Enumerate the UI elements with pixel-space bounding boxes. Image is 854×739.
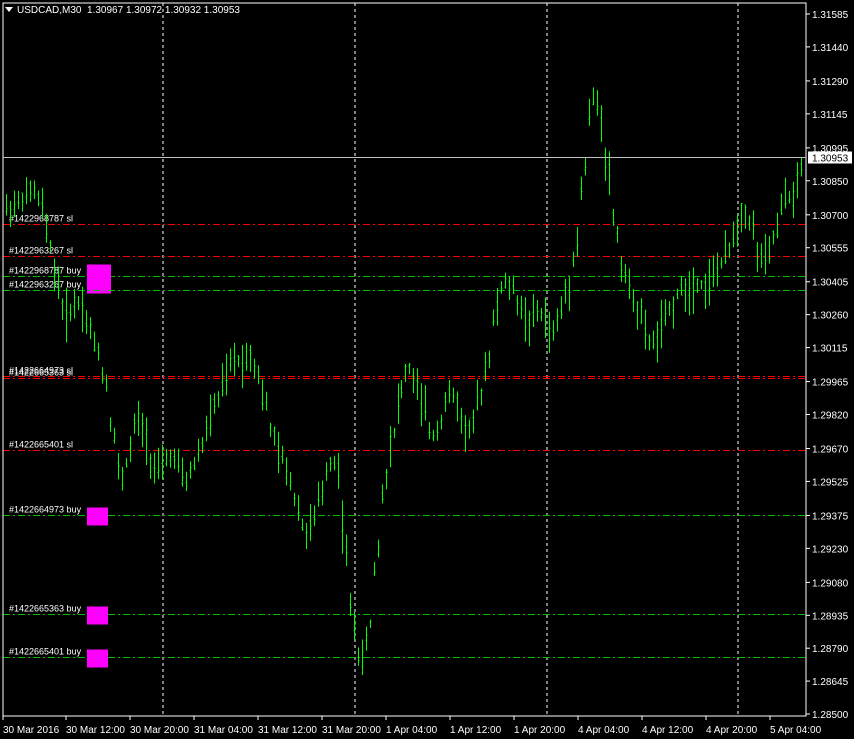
y-tick-label: 1.31145 bbox=[812, 110, 848, 121]
current-price-label: 1.30953 bbox=[812, 154, 849, 165]
order-label: #1422665363 buy bbox=[9, 604, 82, 614]
y-tick-label: 1.29230 bbox=[812, 544, 849, 555]
price-bars bbox=[5, 87, 803, 676]
y-tick-label: 1.30700 bbox=[812, 211, 849, 222]
x-tick-label: 30 Mar 20:00 bbox=[130, 725, 189, 736]
axes: 1.315851.314401.312901.311451.309951.308… bbox=[2, 2, 852, 736]
y-tick-label: 1.28935 bbox=[812, 611, 849, 622]
x-tick-label: 1 Apr 20:00 bbox=[514, 725, 566, 736]
order-label: #1422963267 sl bbox=[9, 246, 73, 256]
y-tick-label: 1.29375 bbox=[812, 511, 849, 522]
y-tick-label: 1.29965 bbox=[812, 378, 849, 389]
y-tick-label: 1.30555 bbox=[812, 244, 849, 255]
buy-marker bbox=[87, 264, 111, 294]
x-tick-label: 4 Apr 20:00 bbox=[706, 725, 758, 736]
y-tick-label: 1.28645 bbox=[812, 677, 849, 688]
x-tick-label: 31 Mar 04:00 bbox=[194, 725, 253, 736]
y-tick-label: 1.31290 bbox=[812, 77, 849, 88]
order-label: #1422968787 sl bbox=[9, 214, 73, 224]
y-tick-label: 1.29080 bbox=[812, 578, 849, 589]
buy-marker bbox=[87, 606, 108, 625]
y-tick-label: 1.30850 bbox=[812, 177, 849, 188]
buy-marker bbox=[87, 649, 108, 668]
y-tick-label: 1.29670 bbox=[812, 445, 849, 456]
price-chart[interactable]: #1422968787 sl #1422963267 sl #1422968787 … bbox=[0, 0, 854, 739]
y-tick-label: 1.28790 bbox=[812, 644, 849, 655]
y-tick-label: 1.30115 bbox=[812, 344, 848, 355]
x-tick-label: 4 Apr 12:00 bbox=[642, 725, 694, 736]
order-label: #1422665401 sl bbox=[9, 440, 73, 450]
y-tick-label: 1.28500 bbox=[812, 710, 849, 721]
y-tick-label: 1.29820 bbox=[812, 410, 849, 421]
y-tick-label: 1.29525 bbox=[812, 477, 849, 488]
x-tick-label: 5 Apr 04:00 bbox=[770, 725, 822, 736]
y-tick-label: 1.31440 bbox=[812, 43, 849, 54]
order-label: #1422665401 buy bbox=[9, 647, 82, 657]
plot-frame bbox=[2, 2, 807, 717]
x-tick-label: 1 Apr 12:00 bbox=[450, 725, 502, 736]
x-tick-label: 30 Mar 12:00 bbox=[66, 725, 125, 736]
order-label: #1422664973 buy bbox=[9, 505, 82, 515]
order-label: #1422665363 sl bbox=[9, 368, 73, 378]
x-tick-label: 31 Mar 12:00 bbox=[258, 725, 317, 736]
x-tick-label: 1 Apr 04:00 bbox=[386, 725, 438, 736]
x-tick-label: 30 Mar 2016 bbox=[3, 725, 60, 736]
y-tick-label: 1.30405 bbox=[812, 278, 849, 289]
x-tick-label: 4 Apr 04:00 bbox=[578, 725, 630, 736]
y-tick-label: 1.30260 bbox=[812, 311, 849, 322]
buy-marker bbox=[87, 507, 108, 526]
grid-lines bbox=[162, 3, 739, 716]
order-label: #1422968787 buy bbox=[9, 266, 82, 276]
y-tick-label: 1.31585 bbox=[812, 10, 849, 21]
x-tick-label: 31 Mar 20:00 bbox=[322, 725, 381, 736]
order-label: #1422963267 buy bbox=[9, 280, 82, 290]
